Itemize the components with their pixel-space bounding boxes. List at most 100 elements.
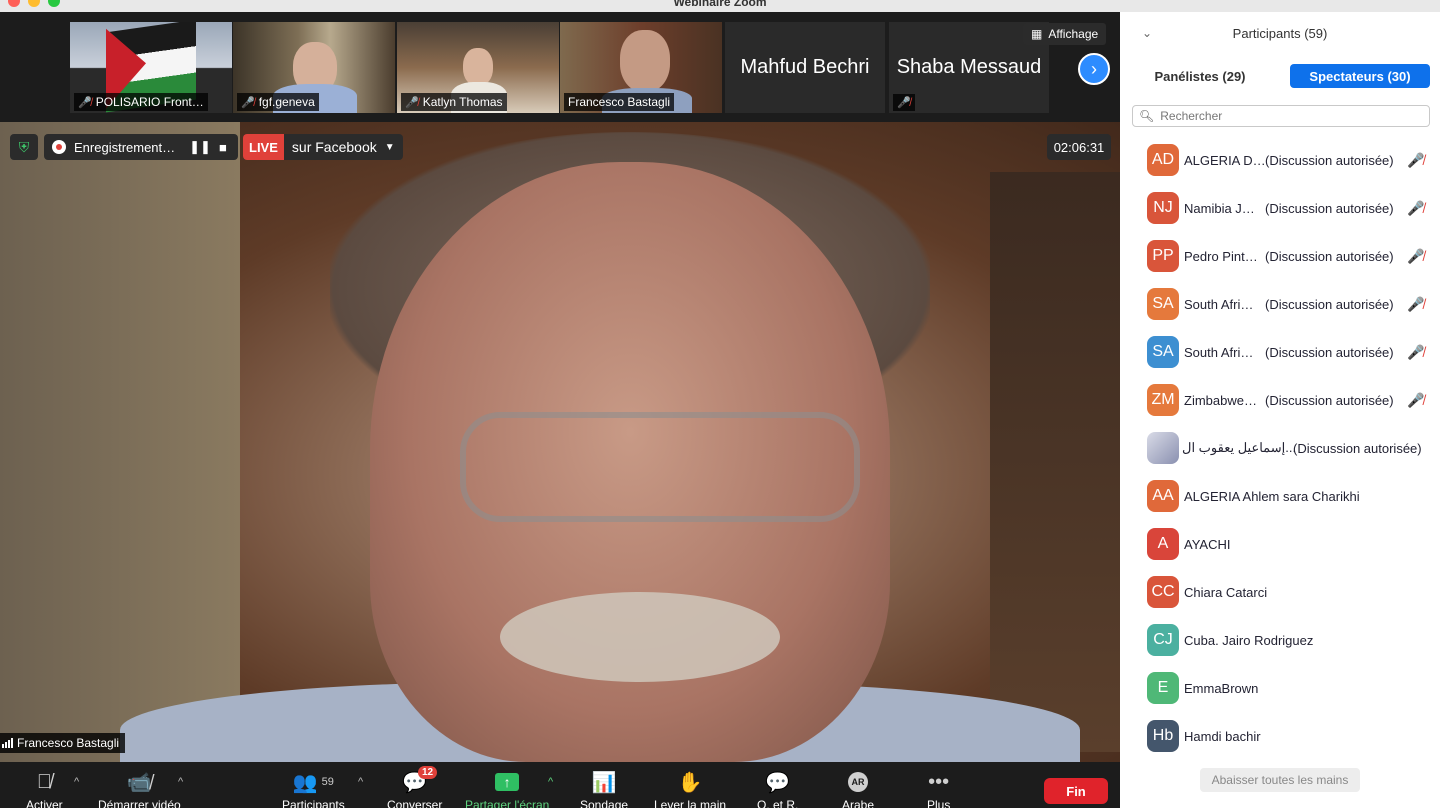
zoom-webinar-window: Webinaire Zoom 🎤̸ POLISARIO Front… 🎤̸ fgf.… bbox=[0, 0, 1440, 808]
participant-row[interactable]: AA ALGERIA Ahlem sara Charikhi bbox=[1120, 472, 1440, 520]
muted-mic-icon[interactable]: 🎤̸ bbox=[1407, 200, 1424, 217]
recording-label: Enregistrement… bbox=[74, 139, 176, 155]
thumbnail-name: Mahfud Bechri bbox=[740, 56, 870, 78]
participant-name: إسماعيل يعقوب ال... bbox=[1182, 440, 1297, 455]
participant-name: ALGERIA Ahlem sara Charikhi bbox=[1184, 488, 1360, 504]
participant-row[interactable]: Hb Hamdi bachir bbox=[1120, 712, 1440, 760]
muted-mic-icon[interactable]: 🎤̸ bbox=[1407, 296, 1424, 313]
thumbnail-name: Francesco Bastagli bbox=[568, 95, 671, 109]
interpretation-button[interactable]: AR Arabe bbox=[842, 770, 874, 808]
tab-attendees[interactable]: Spectateurs (30) bbox=[1290, 64, 1430, 88]
participant-row[interactable]: CJ Cuba. Jairo Rodriguez bbox=[1120, 616, 1440, 664]
share-screen-button[interactable]: ↑ Partager l'écran bbox=[465, 770, 549, 808]
participant-name: EmmaBrown bbox=[1184, 680, 1259, 696]
qa-icon: 💬 bbox=[765, 771, 791, 794]
avatar: E bbox=[1147, 672, 1179, 704]
qa-button[interactable]: 💬 Q. et R. bbox=[757, 770, 798, 808]
avatar: ZM bbox=[1147, 384, 1179, 416]
muted-mic-icon: 🎤̸ bbox=[405, 96, 419, 109]
view-button[interactable]: ▦ Affichage bbox=[1023, 23, 1107, 45]
participant-row[interactable]: NJ Namibia J… (Discussion autorisée) 🎤̸ bbox=[1120, 184, 1440, 232]
grid-icon: ▦ bbox=[1031, 27, 1043, 41]
stop-recording-button[interactable]: ■ bbox=[219, 140, 227, 155]
meeting-area: 🎤̸ POLISARIO Front… 🎤̸ fgf.geneva 🎤̸ Katlyn… bbox=[0, 12, 1120, 808]
participant-status: (Discussion autorisée) bbox=[1265, 392, 1394, 408]
tab-panelists[interactable]: Panélistes (29) bbox=[1132, 64, 1268, 88]
participant-row[interactable]: إسماعيل يعقوب ال... (Discussion autorisée… bbox=[1120, 424, 1440, 472]
pause-recording-button[interactable]: ❚❚ bbox=[189, 139, 211, 155]
participant-name: AYACHI bbox=[1184, 536, 1231, 552]
participant-row[interactable]: A AYACHI bbox=[1120, 520, 1440, 568]
participant-row[interactable]: CC Chiara Catarci bbox=[1120, 568, 1440, 616]
participant-status: (Discussion autorisée) bbox=[1293, 440, 1422, 456]
participant-row[interactable]: SA South Afri… (Discussion autorisée) 🎤̸ bbox=[1120, 280, 1440, 328]
avatar: A bbox=[1147, 528, 1179, 560]
search-box[interactable]: 🔍︎ bbox=[1132, 105, 1430, 127]
video-options-caret[interactable]: ^ bbox=[178, 776, 183, 788]
meeting-timer: 02:06:31 bbox=[1047, 134, 1111, 160]
avatar: CJ bbox=[1147, 624, 1179, 656]
poll-icon: 📊 bbox=[591, 771, 617, 794]
share-options-caret[interactable]: ^ bbox=[548, 776, 553, 788]
meeting-toolbar: 🎙̸ Activer ^ 📹̸ Démarrer vidéo ^ 👥 59 Par… bbox=[0, 762, 1120, 808]
participant-row[interactable]: ZM Zimbabwe… (Discussion autorisée) 🎤̸ bbox=[1120, 376, 1440, 424]
live-target: sur Facebook bbox=[291, 139, 377, 155]
participant-tabs: Panélistes (29) Spectateurs (30) bbox=[1132, 64, 1430, 88]
more-button[interactable]: ••• Plus bbox=[927, 770, 950, 808]
participant-status: (Discussion autorisée) bbox=[1265, 296, 1394, 312]
chat-button[interactable]: 💬 12 Converser bbox=[387, 766, 442, 808]
thumbnail-fgf-geneva[interactable]: 🎤̸ fgf.geneva bbox=[233, 22, 395, 113]
thumbnail-name: fgf.geneva bbox=[258, 95, 315, 109]
caret-down-icon[interactable]: ▼ bbox=[385, 142, 395, 153]
participant-name: Hamdi bachir bbox=[1184, 728, 1261, 744]
start-video-button[interactable]: 📹̸ Démarrer vidéo bbox=[98, 770, 181, 808]
raise-hand-button[interactable]: ✋ Lever la main bbox=[654, 770, 726, 808]
avatar bbox=[1147, 432, 1179, 464]
poll-button[interactable]: 📊 Sondage bbox=[580, 770, 628, 808]
record-icon bbox=[52, 140, 66, 154]
participant-name: South Afri… bbox=[1184, 344, 1254, 360]
security-shield-icon[interactable]: ⛨ bbox=[10, 134, 38, 160]
audio-options-caret[interactable]: ^ bbox=[74, 776, 79, 788]
title-bar: Webinaire Zoom bbox=[0, 0, 1440, 12]
thumbnail-katlyn-thomas[interactable]: 🎤̸ Katlyn Thomas bbox=[397, 22, 559, 113]
muted-mic-icon[interactable]: 🎤̸ bbox=[1407, 248, 1424, 265]
thumbnail-name: POLISARIO Front… bbox=[95, 95, 204, 109]
chat-badge: 12 bbox=[418, 766, 438, 779]
participant-status: (Discussion autorisée) bbox=[1265, 200, 1394, 216]
participants-options-caret[interactable]: ^ bbox=[358, 776, 363, 788]
active-speaker-label: Francesco Bastagli bbox=[0, 733, 126, 753]
participant-name: Namibia J… bbox=[1184, 200, 1255, 216]
muted-mic-icon[interactable]: 🎤̸ bbox=[1407, 152, 1424, 169]
thumbnail-francesco-bastagli[interactable]: Francesco Bastagli bbox=[560, 22, 722, 113]
avatar: NJ bbox=[1147, 192, 1179, 224]
participants-panel: ⌄ Participants (59) Panélistes (29) Spec… bbox=[1120, 12, 1440, 808]
unmute-button[interactable]: 🎙̸ Activer bbox=[26, 770, 63, 808]
participant-row[interactable]: PP Pedro Pint… (Discussion autorisée) 🎤̸ bbox=[1120, 232, 1440, 280]
lower-all-hands-button[interactable]: Abaisser toutes les mains bbox=[1200, 768, 1360, 792]
avatar: AD bbox=[1147, 144, 1179, 176]
chat-icon: 💬 12 bbox=[402, 766, 438, 794]
participant-row[interactable]: E EmmaBrown bbox=[1120, 664, 1440, 712]
end-meeting-button[interactable]: Fin bbox=[1044, 778, 1108, 804]
participant-row[interactable]: AD ALGERIA D… (Discussion autorisée) 🎤̸ bbox=[1120, 136, 1440, 184]
video-off-icon: 📹̸ bbox=[126, 771, 152, 794]
muted-mic-icon[interactable]: 🎤̸ bbox=[1407, 392, 1424, 409]
muted-mic-icon[interactable]: 🎤̸ bbox=[1407, 344, 1424, 361]
recording-indicator[interactable]: Enregistrement… ❚❚ ■ bbox=[44, 134, 238, 160]
participant-name: Pedro Pint… bbox=[1184, 248, 1258, 264]
thumbnail-mahfud-bechri[interactable]: Mahfud Bechri bbox=[725, 22, 885, 113]
participant-row[interactable]: SA South Afri… (Discussion autorisée) 🎤̸ bbox=[1120, 328, 1440, 376]
window-title: Webinaire Zoom bbox=[673, 0, 767, 9]
language-globe-icon: AR bbox=[848, 770, 869, 794]
next-page-button[interactable]: › bbox=[1078, 53, 1110, 85]
thumbnail-polisario[interactable]: 🎤̸ POLISARIO Front… bbox=[70, 22, 232, 113]
thumbnail-strip: 🎤̸ POLISARIO Front… 🎤̸ fgf.geneva 🎤̸ Katlyn… bbox=[0, 12, 1120, 122]
participants-button[interactable]: 👥 59 Participants bbox=[282, 770, 345, 808]
avatar: Hb bbox=[1147, 720, 1179, 752]
participant-name: Cuba. Jairo Rodriguez bbox=[1184, 632, 1314, 648]
participant-name: Chiara Catarci bbox=[1184, 584, 1268, 600]
muted-mic-icon: 🎙̸ bbox=[36, 770, 52, 793]
search-input[interactable] bbox=[1160, 109, 1429, 123]
live-stream-indicator[interactable]: LIVE sur Facebook ▼ bbox=[243, 134, 403, 160]
